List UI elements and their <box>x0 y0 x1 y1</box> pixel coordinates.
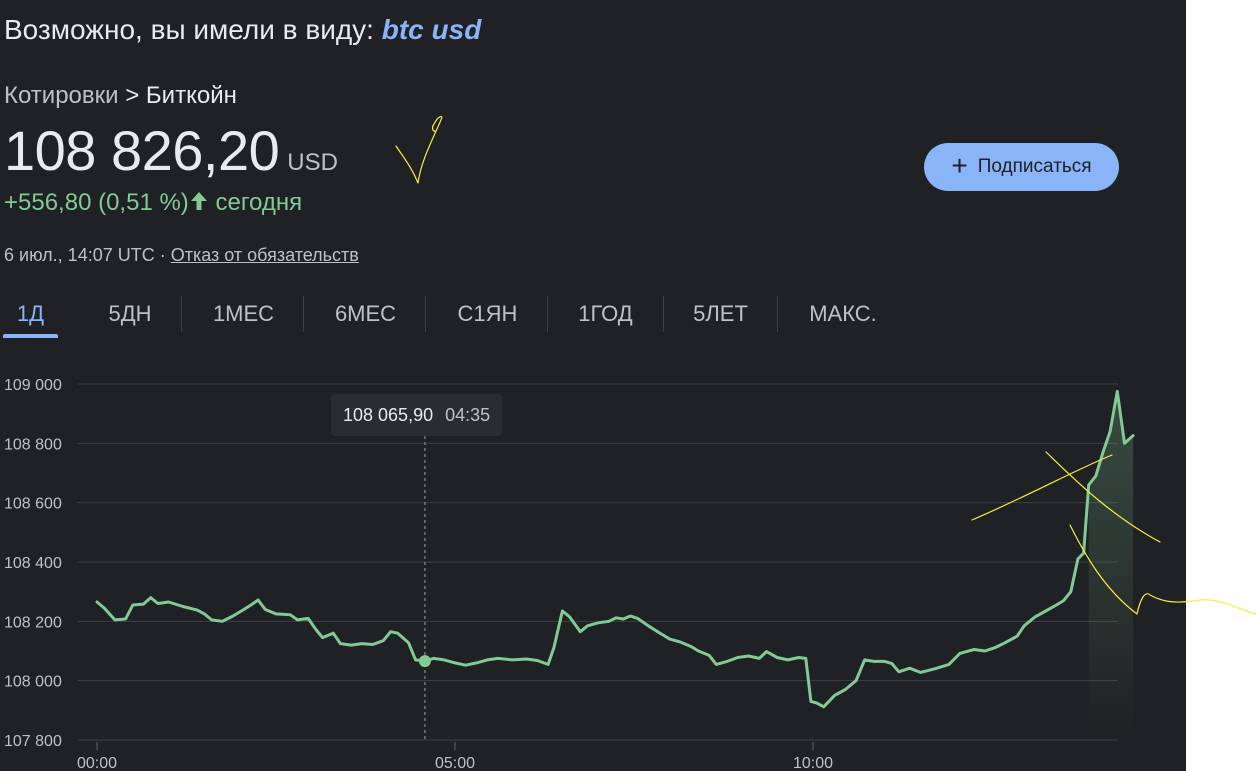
y-tick-label: 108 600 <box>4 496 62 513</box>
currency-code: USD <box>287 149 338 176</box>
tab-5y[interactable]: 5ЛЕТ <box>673 290 768 338</box>
breadcrumb-quotes-link[interactable]: Котировки <box>4 82 119 109</box>
x-tick-label: 00:00 <box>77 755 117 771</box>
tooltip-time: 04:35 <box>445 404 491 425</box>
tab-ytd[interactable]: С1ЯН <box>436 290 539 338</box>
y-tick-label: 109 000 <box>4 377 62 394</box>
arrow-up-icon <box>190 192 207 210</box>
range-tabs: 1Д 5ДН 1МЕС 6МЕС С1ЯН 1ГОД 5ЛЕТ МАКС. <box>0 290 900 340</box>
suggested-query-link[interactable]: btc usd <box>382 14 482 45</box>
tooltip-value: 108 065,90 <box>343 404 434 425</box>
hover-point <box>418 655 431 668</box>
breadcrumb-current: Биткойн <box>145 82 237 109</box>
tab-divider <box>425 296 426 332</box>
tab-divider <box>547 296 548 332</box>
breadcrumb: Котировки > Биткойн <box>4 82 237 110</box>
tab-1y[interactable]: 1ГОД <box>557 290 654 338</box>
subscribe-label: Подписаться <box>977 156 1092 177</box>
tab-divider <box>777 296 778 332</box>
change-period: сегодня <box>208 189 303 216</box>
tab-1m[interactable]: 1МЕС <box>192 290 295 338</box>
subscribe-button[interactable]: + Подписаться <box>924 143 1119 191</box>
y-tick-label: 108 400 <box>4 555 62 572</box>
chart-tooltip: 108 065,90 04:35 <box>331 394 503 436</box>
y-tick-label: 108 200 <box>4 614 62 631</box>
price-change: +556,80 (0,51 %) сегодня <box>4 189 302 217</box>
tab-5d[interactable]: 5ДН <box>90 290 170 338</box>
y-tick-label: 108 000 <box>4 674 62 691</box>
did-you-mean: Возможно, вы имели в виду: btc usd <box>4 14 481 46</box>
did-you-mean-prefix: Возможно, вы имели в виду: <box>4 14 382 45</box>
tab-1d[interactable]: 1Д <box>3 290 58 338</box>
tab-divider <box>303 296 304 332</box>
tab-6m[interactable]: 6МЕС <box>314 290 417 338</box>
tab-divider <box>181 296 182 332</box>
price-row: 108 826,20 USD <box>4 118 338 183</box>
price-value: 108 826,20 <box>4 119 280 182</box>
y-tick-label: 108 800 <box>4 436 62 453</box>
y-tick-label: 107 800 <box>4 733 62 750</box>
x-tick-label: 10:00 <box>793 755 833 771</box>
tab-max[interactable]: МАКС. <box>788 290 898 338</box>
breadcrumb-separator: > <box>118 82 146 109</box>
timestamp: 6 июл., 14:07 UTC · <box>4 245 171 265</box>
disclaimer-link[interactable]: Отказ от обязательств <box>171 245 359 265</box>
active-tab-indicator <box>3 334 58 338</box>
tab-divider <box>663 296 664 332</box>
finance-panel: Возможно, вы имели в виду: btc usd Котир… <box>0 0 1186 771</box>
price-line <box>95 389 1135 709</box>
plus-icon: + <box>951 149 968 181</box>
price-chart[interactable]: 109 000 108 800 108 600 108 400 108 200 108 0… <box>0 360 1186 771</box>
timestamp-row: 6 июл., 14:07 UTC · Отказ от обязательст… <box>4 245 359 266</box>
x-tick-label: 05:00 <box>435 755 475 771</box>
change-value: +556,80 (0,51 %) <box>4 189 189 216</box>
